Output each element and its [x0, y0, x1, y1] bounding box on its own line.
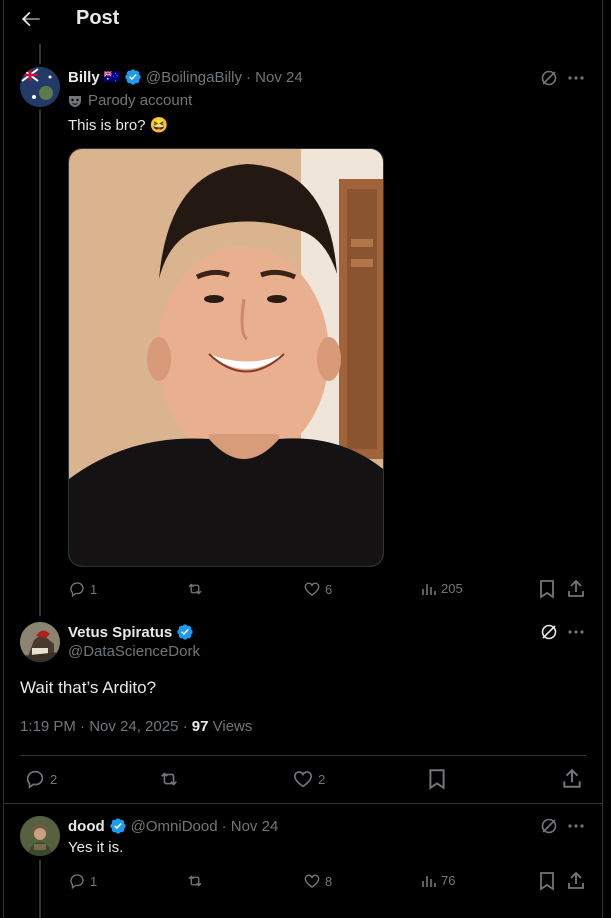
author-name[interactable]: dood: [68, 818, 105, 835]
parody-text: Parody account: [88, 92, 193, 109]
author-handle[interactable]: @DataScienceDork: [68, 643, 200, 660]
post-text: Yes it is.: [68, 839, 124, 856]
verified-badge-icon: [176, 623, 194, 641]
flag-emoji: 🇦🇺: [103, 69, 120, 84]
author-name[interactable]: Billy: [68, 69, 100, 86]
post-text: This is bro? 😆: [68, 117, 169, 134]
column-border-right: [602, 0, 603, 918]
reply-count: 2: [50, 771, 58, 787]
views-button[interactable]: 76: [421, 872, 455, 888]
thread-line-post1: [39, 110, 41, 616]
repost-icon: [185, 580, 205, 598]
post1-author-line: Billy 🇦🇺 @BoilingaBilly · Nov 24: [68, 68, 303, 86]
like-button[interactable]: 2: [292, 768, 325, 790]
thread-line-post3: [39, 860, 41, 918]
more-options-icon[interactable]: [567, 624, 585, 640]
page-title: Post: [76, 7, 120, 29]
divider: [20, 755, 586, 756]
thread-line-top: [39, 44, 41, 64]
author-handle[interactable]: @BoilingaBilly: [146, 69, 242, 86]
like-count: 2: [318, 771, 326, 787]
mask-icon: [68, 94, 82, 108]
bar-chart-icon: [421, 872, 437, 888]
reply-count: 1: [90, 581, 98, 597]
heart-icon: [303, 872, 321, 890]
post-date[interactable]: · Nov 24: [246, 69, 303, 86]
avatar[interactable]: [20, 622, 60, 662]
bookmark-icon[interactable]: [538, 579, 556, 599]
post3-author-line: dood @OmniDood · Nov 24: [68, 817, 278, 835]
share-icon[interactable]: [562, 768, 582, 790]
avatar[interactable]: [20, 816, 60, 856]
bar-chart-icon: [421, 580, 437, 596]
author-name[interactable]: Vetus Spiratus: [68, 624, 172, 641]
repost-button[interactable]: [185, 580, 209, 598]
column-border-left: [3, 0, 4, 918]
post-meta: 1:19 PM · Nov 24, 2025 · 97 Views: [20, 718, 252, 735]
repost-icon: [185, 872, 205, 890]
post-date[interactable]: · Nov 24: [222, 818, 279, 835]
like-button[interactable]: 6: [303, 580, 332, 598]
back-arrow-icon[interactable]: [18, 6, 44, 32]
like-button[interactable]: 8: [303, 872, 332, 890]
bookmark-icon[interactable]: [427, 768, 447, 790]
share-icon[interactable]: [567, 579, 585, 599]
author-handle[interactable]: @OmniDood: [131, 818, 218, 835]
more-options-icon[interactable]: [567, 70, 585, 86]
reply-button[interactable]: 1: [68, 580, 97, 598]
repost-button[interactable]: [185, 872, 209, 890]
verified-badge-icon: [124, 68, 142, 86]
post2-author-line: Vetus Spiratus: [68, 623, 194, 641]
views-button[interactable]: 205: [421, 580, 463, 596]
reply-icon: [68, 580, 86, 598]
reply-button[interactable]: 2: [24, 768, 57, 790]
views-number: 97: [191, 718, 209, 735]
post-text: Wait that’s Ardito?: [20, 678, 157, 697]
like-count: 6: [325, 581, 333, 597]
heart-icon: [303, 580, 321, 598]
grok-icon[interactable]: [540, 817, 558, 835]
views-count: 76: [441, 872, 456, 888]
views-count: 205: [441, 580, 463, 596]
more-options-icon[interactable]: [567, 818, 585, 834]
share-icon[interactable]: [567, 871, 585, 891]
reply-icon: [68, 872, 86, 890]
reply-button[interactable]: 1: [68, 872, 97, 890]
grok-icon[interactable]: [540, 623, 558, 641]
verified-badge-icon: [109, 817, 127, 835]
bookmark-icon[interactable]: [538, 871, 556, 891]
post-timestamp[interactable]: 1:19 PM · Nov 24, 2025 ·: [20, 718, 188, 735]
post-image[interactable]: [68, 148, 384, 567]
like-count: 8: [325, 873, 333, 889]
repost-icon: [157, 768, 181, 790]
repost-button[interactable]: [157, 768, 185, 790]
grok-icon[interactable]: [540, 69, 558, 87]
heart-icon: [292, 768, 314, 790]
reply-icon: [24, 768, 46, 790]
reply-count: 1: [90, 873, 98, 889]
views-label: Views: [212, 718, 253, 735]
divider: [4, 803, 602, 804]
avatar[interactable]: [20, 67, 60, 107]
parody-label: Parody account: [68, 92, 192, 109]
